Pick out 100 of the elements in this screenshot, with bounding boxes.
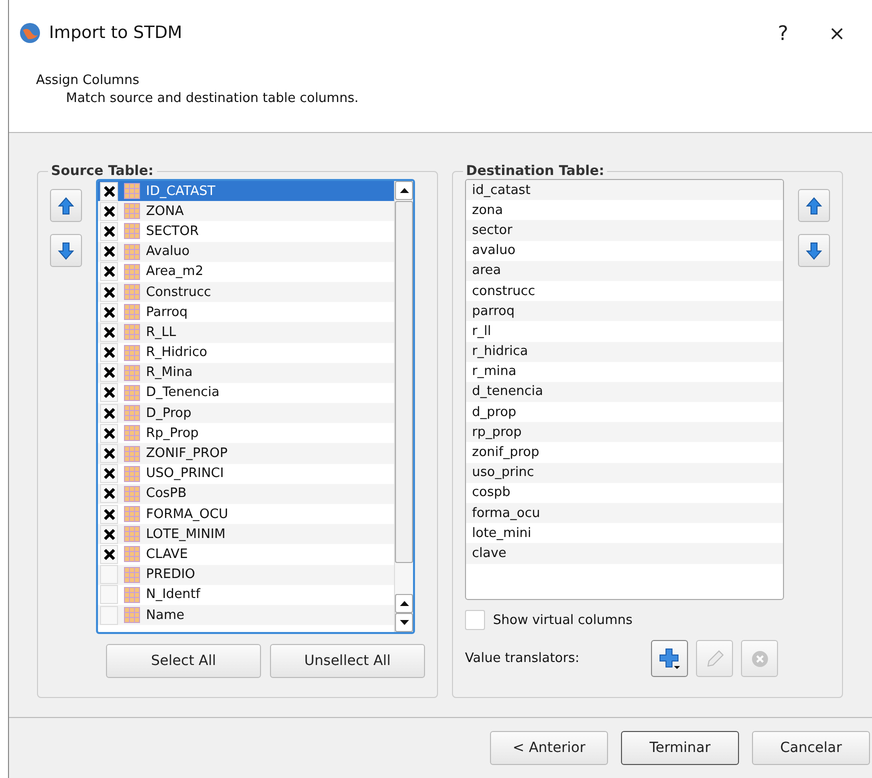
scroll-up-button[interactable]: [395, 594, 413, 613]
column-name[interactable]: forma_ocu: [466, 503, 783, 524]
checkbox[interactable]: [100, 524, 118, 544]
list-item[interactable]: R_Mina: [98, 362, 394, 383]
checkbox[interactable]: [100, 585, 118, 604]
column-name: N_Identf: [146, 587, 200, 602]
list-item[interactable]: USO_PRINCI: [98, 464, 394, 484]
down-arrow-icon: [58, 242, 74, 260]
destination-column-list[interactable]: id_catast zona sector avaluo area construcc parroq r_ll r_hidrica r_mina d_tenencia d_prop rp_prop zonif_prop uso_princ cospb forma_ocu lote_mini clave: [465, 179, 784, 600]
checkbox[interactable]: [100, 202, 118, 221]
table-icon: [124, 364, 140, 381]
add-translator-button[interactable]: [651, 640, 688, 677]
checkbox[interactable]: [100, 404, 118, 423]
checkbox[interactable]: [100, 504, 118, 524]
column-name: PREDIO: [146, 567, 196, 582]
column-name[interactable]: uso_princ: [466, 462, 783, 483]
column-name[interactable]: area: [466, 260, 783, 281]
finish-button[interactable]: Terminar: [621, 731, 739, 765]
checkbox[interactable]: [100, 606, 118, 625]
checkbox[interactable]: [100, 322, 118, 342]
list-item[interactable]: ZONA: [98, 201, 394, 222]
list-item[interactable]: ZONIF_PROP: [98, 443, 394, 464]
column-name: R_LL: [146, 324, 176, 340]
checkbox[interactable]: [100, 182, 118, 201]
column-name[interactable]: d_tenencia: [466, 382, 783, 402]
table-icon: [124, 546, 140, 562]
list-item[interactable]: R_Hidrico: [98, 342, 394, 363]
list-item[interactable]: Parroq: [98, 302, 394, 322]
checkbox[interactable]: [100, 383, 118, 402]
column-name[interactable]: rp_prop: [466, 422, 783, 442]
page-title: Assign Columns: [36, 73, 140, 88]
checkbox[interactable]: [100, 484, 118, 504]
column-name[interactable]: id_catast: [466, 180, 783, 200]
column-name[interactable]: parroq: [466, 301, 783, 322]
x-mark-icon: [102, 487, 116, 500]
column-name: D_Prop: [146, 406, 192, 421]
column-name: Area_m2: [146, 264, 204, 280]
list-item[interactable]: Name: [98, 604, 394, 626]
close-button[interactable]: ×: [814, 12, 860, 52]
checkbox[interactable]: [100, 262, 118, 282]
scroll-thumb[interactable]: [395, 201, 413, 563]
checkbox[interactable]: [100, 363, 118, 382]
column-name: FORMA_OCU: [146, 506, 228, 522]
checkbox[interactable]: [100, 544, 118, 564]
column-name: Construcc: [146, 284, 212, 300]
checkbox[interactable]: [100, 424, 118, 443]
move-down-button[interactable]: [50, 234, 82, 267]
x-mark-icon: [102, 204, 116, 218]
column-name[interactable]: clave: [466, 543, 783, 564]
checkbox[interactable]: [100, 565, 118, 584]
select-all-button[interactable]: Select All: [106, 644, 261, 678]
checkbox[interactable]: [100, 242, 118, 262]
table-icon: [124, 324, 140, 340]
checkbox[interactable]: [100, 444, 118, 464]
move-up-button[interactable]: [50, 189, 82, 222]
checkbox[interactable]: [100, 222, 118, 241]
checkbox[interactable]: [465, 610, 485, 630]
table-icon: [124, 304, 140, 320]
back-button[interactable]: < Anterior: [490, 731, 608, 765]
list-item[interactable]: LOTE_MINIM: [98, 524, 394, 544]
list-item[interactable]: D_Prop: [98, 403, 394, 424]
list-item[interactable]: R_LL: [98, 322, 394, 342]
list-item[interactable]: PREDIO: [98, 564, 394, 585]
list-item[interactable]: ID_CATAST: [98, 181, 394, 202]
column-name: Rp_Prop: [146, 426, 199, 441]
x-mark-icon: [102, 286, 116, 299]
column-name[interactable]: sector: [466, 220, 783, 241]
up-arrow-icon: [806, 196, 822, 214]
scroll-down-button[interactable]: [395, 613, 413, 632]
x-mark-icon: [102, 346, 116, 360]
caret-down-icon: [400, 620, 408, 625]
x-mark-icon: [102, 447, 116, 460]
x-mark-icon: [102, 548, 116, 561]
column-name: LOTE_MINIM: [146, 526, 226, 542]
column-name: D_Tenencia: [146, 385, 220, 400]
scrollbar[interactable]: [394, 181, 413, 632]
scroll-up-button[interactable]: [395, 181, 413, 200]
table-icon: [124, 244, 140, 260]
x-mark-icon: [102, 406, 116, 420]
checkbox[interactable]: [100, 282, 118, 302]
checkbox[interactable]: [100, 302, 118, 322]
x-mark-icon: [102, 326, 116, 339]
globe-icon: [19, 22, 41, 44]
list-item[interactable]: CosPB: [98, 484, 394, 504]
move-up-button[interactable]: [798, 189, 830, 222]
source-column-list[interactable]: ID_CATAST ZONA SECTOR Avaluo Area_m2 Construcc Parroq R_LL R_Hidrico R_Mina D_Tenencia D_Prop Rp_Prop ZONIF_PROP USO_PRINCI CosPB FORMA_OCU LOTE_MINIM CLAVE PREDIO N_Identf Name: [96, 179, 415, 634]
table-icon: [124, 526, 140, 542]
column-name: ZONIF_PROP: [146, 446, 228, 462]
x-mark-icon: [102, 224, 116, 238]
unselect-all-button[interactable]: Unsellect All: [270, 644, 425, 678]
column-name: ZONA: [146, 204, 184, 219]
checkbox[interactable]: [100, 343, 118, 362]
checkbox[interactable]: [100, 464, 118, 484]
help-button[interactable]: ?: [760, 12, 806, 52]
cancel-button[interactable]: Cancelar: [752, 731, 870, 765]
list-item[interactable]: Avaluo: [98, 242, 394, 262]
move-down-button[interactable]: [798, 234, 830, 267]
column-name[interactable]: r_hidrica: [466, 342, 783, 362]
list-item[interactable]: Rp_Prop: [98, 423, 394, 444]
list-item[interactable]: Construcc: [98, 282, 394, 302]
